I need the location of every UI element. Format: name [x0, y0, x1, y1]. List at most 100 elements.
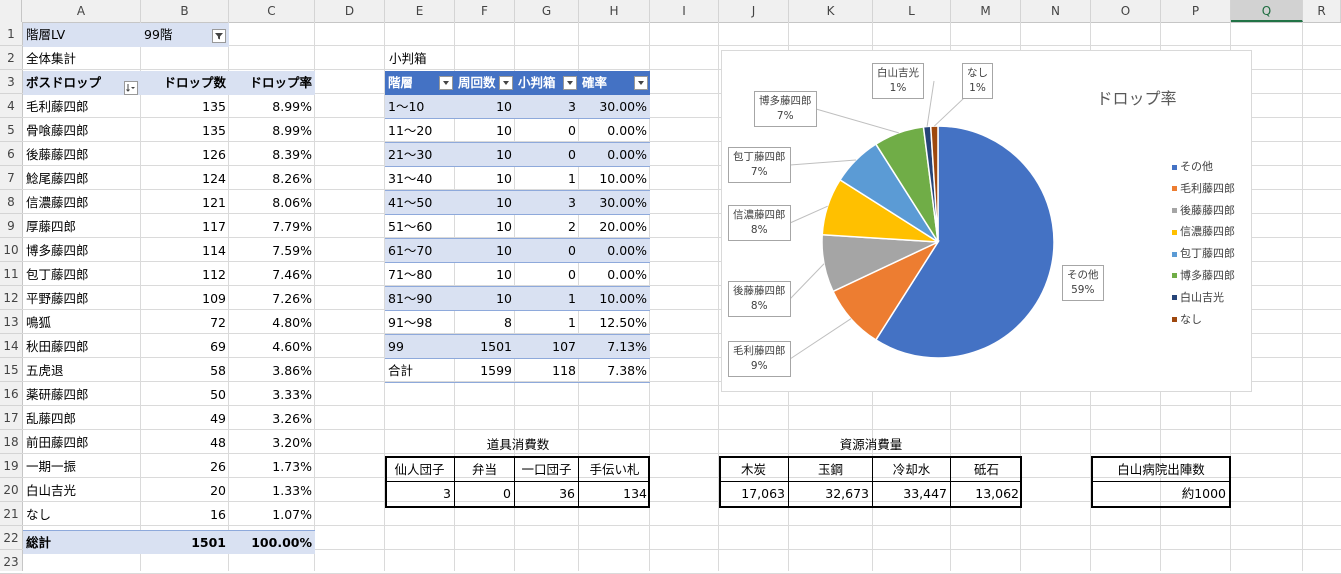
legend-item: なし: [1172, 309, 1235, 331]
chevron-down-icon[interactable]: [634, 76, 648, 90]
pivot-header-count: ドロップ数: [141, 71, 229, 95]
leader-line: [789, 318, 852, 360]
column-header-r[interactable]: R: [1303, 0, 1341, 22]
legend-label: 信濃藤四郎: [1180, 225, 1235, 239]
row-header-16[interactable]: 16: [0, 382, 22, 406]
koban-cell: 10.00%: [579, 287, 650, 311]
row-header-10[interactable]: 10: [0, 238, 22, 262]
legend-item: 包丁藤四郎: [1172, 243, 1235, 265]
filter-icon[interactable]: [212, 29, 226, 43]
chevron-down-icon[interactable]: [439, 76, 453, 90]
koban-cell: 3: [515, 191, 579, 215]
pivot-cell-count: 112: [202, 267, 226, 282]
pivot-cell-count: 109: [202, 291, 226, 306]
row-header-2[interactable]: 2: [0, 46, 22, 70]
koban-cell: 41～50: [385, 191, 455, 215]
legend-item: 信濃藤四郎: [1172, 221, 1235, 243]
items-header: 手伝い札: [579, 458, 650, 482]
sort-filter-icon[interactable]: [124, 81, 138, 95]
row-header-3[interactable]: 3: [0, 70, 22, 94]
column-header-o[interactable]: O: [1091, 0, 1161, 22]
column-header-k[interactable]: K: [789, 0, 873, 22]
column-header-n[interactable]: N: [1021, 0, 1091, 22]
koban-cell: 0.00%: [579, 119, 650, 143]
pivot-cell-rate: 4.80%: [272, 315, 312, 330]
column-header-q[interactable]: Q: [1231, 0, 1303, 22]
koban-cell: 10: [455, 215, 515, 239]
pivot-cell-name: 包丁藤四郎: [26, 267, 89, 282]
pie-label-value: 8%: [750, 300, 768, 312]
row-header-1[interactable]: 1: [0, 22, 22, 46]
koban-cell: 0.00%: [579, 143, 650, 167]
chevron-down-icon[interactable]: [499, 76, 513, 90]
koban-cell: 8: [455, 311, 515, 335]
column-header-j[interactable]: J: [719, 0, 789, 22]
chevron-down-icon[interactable]: [563, 76, 577, 90]
legend-swatch: [1172, 273, 1177, 279]
pivot-cell-rate: 7.26%: [272, 291, 312, 306]
pivot-total-rate: 100.00%: [229, 530, 315, 554]
column-header-d[interactable]: D: [315, 0, 385, 22]
column-header-m[interactable]: M: [951, 0, 1021, 22]
koban-cell: 合計: [385, 359, 455, 383]
row-header-22[interactable]: 22: [0, 526, 22, 550]
pie-chart[interactable]: ドロップ率 その他 59% 毛利藤四郎 9% 後藤藤四郎 8% 信濃藤四郎 8% 包丁藤四郎 7%…: [721, 50, 1252, 392]
row-header-15[interactable]: 15: [0, 358, 22, 382]
column-header-g[interactable]: G: [515, 0, 579, 22]
spreadsheet[interactable]: ABCDEFGHIJKLMNOPQR 1 2 3 4 5 6 7 8 9 10 11 12 13 14 15…: [0, 0, 1341, 574]
select-all-corner[interactable]: [0, 0, 22, 22]
koban-cell: 118: [515, 359, 579, 383]
column-header-f[interactable]: F: [455, 0, 515, 22]
row-header-20[interactable]: 20: [0, 478, 22, 502]
pivot-cell-rate: 8.99%: [272, 99, 312, 114]
koban-cell: 11～20: [385, 119, 455, 143]
column-header-e[interactable]: E: [385, 0, 455, 22]
row-header-13[interactable]: 13: [0, 310, 22, 334]
row-header-11[interactable]: 11: [0, 262, 22, 286]
row-header-14[interactable]: 14: [0, 334, 22, 358]
row-header-18[interactable]: 18: [0, 430, 22, 454]
pie-label-value: 7%: [750, 166, 768, 178]
column-header-bar[interactable]: ABCDEFGHIJKLMNOPQR: [0, 0, 1341, 23]
pie-label-value: 7%: [776, 110, 794, 122]
row-header-5[interactable]: 5: [0, 118, 22, 142]
row-header-8[interactable]: 8: [0, 190, 22, 214]
column-header-a[interactable]: A: [22, 0, 141, 22]
koban-cell: 1～10: [385, 95, 455, 119]
row-header-6[interactable]: 6: [0, 142, 22, 166]
pivot-cell-count: 126: [202, 147, 226, 162]
column-header-l[interactable]: L: [873, 0, 951, 22]
column-header-h[interactable]: H: [579, 0, 650, 22]
pivot-cell-count: 69: [210, 339, 226, 354]
pivot-cell-count: 50: [210, 387, 226, 402]
row-header-21[interactable]: 21: [0, 502, 22, 526]
pivot-filter-label: 階層LV: [23, 23, 141, 47]
column-header-c[interactable]: C: [229, 0, 315, 22]
koban-cell: 31～40: [385, 167, 455, 191]
pie-data-label: その他 59%: [1062, 265, 1104, 301]
koban-cell: 7.13%: [579, 335, 650, 359]
row-header-9[interactable]: 9: [0, 214, 22, 238]
pie-label-name: 後藤藤四郎: [733, 285, 786, 297]
leader-line: [789, 159, 857, 166]
row-header-19[interactable]: 19: [0, 454, 22, 478]
koban-cell: 1501: [455, 335, 515, 359]
koban-cell: 10: [455, 239, 515, 263]
items-title: 道具消費数: [486, 437, 550, 452]
column-header-i[interactable]: I: [650, 0, 719, 22]
row-header-23[interactable]: 23: [0, 550, 22, 574]
row-header-4[interactable]: 4: [0, 94, 22, 118]
row-header-bar[interactable]: 1 2 3 4 5 6 7 8 9 10 11 12 13 14 15 16 17 18 19 20 21 22 23: [0, 22, 23, 574]
pivot-cell-count: 49: [210, 411, 226, 426]
row-header-17[interactable]: 17: [0, 406, 22, 430]
legend-item: その他: [1172, 156, 1235, 178]
resources-header: 玉鋼: [789, 458, 873, 482]
column-header-b[interactable]: B: [141, 0, 229, 22]
pivot-cell-count: 26: [210, 459, 226, 474]
row-header-12[interactable]: 12: [0, 286, 22, 310]
resources-value: 33,447: [873, 482, 951, 506]
chart-legend: その他 毛利藤四郎 後藤藤四郎 信濃藤四郎 包丁藤四郎 博多藤四郎 白山吉光 なし: [1172, 156, 1235, 330]
column-header-p[interactable]: P: [1161, 0, 1231, 22]
row-header-7[interactable]: 7: [0, 166, 22, 190]
koban-cell: 10: [455, 143, 515, 167]
